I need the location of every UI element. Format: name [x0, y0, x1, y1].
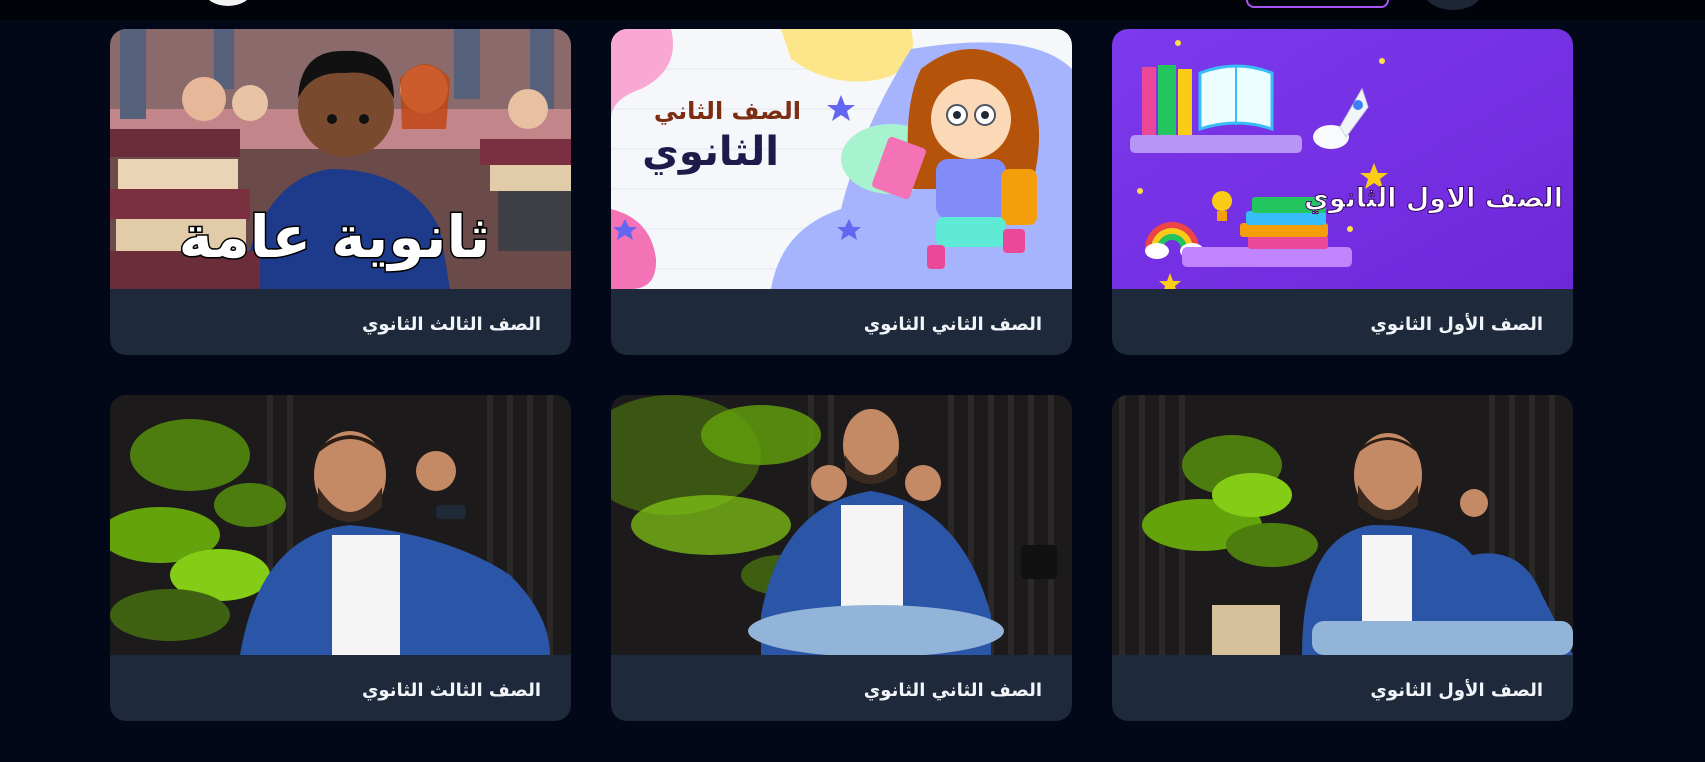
girl-backpack-illustration: الصف الثاني الثانوي	[611, 29, 1072, 289]
course-card-first-secondary-teacher[interactable]: الصف الأول الثانوي	[1112, 395, 1573, 721]
course-card-third-secondary-teacher[interactable]: الصف الثالث الثانوي	[110, 395, 571, 721]
course-title: الصف الثاني الثانوي	[863, 314, 1042, 335]
classroom-students-illustration: ثانوية عامة	[110, 29, 571, 289]
course-thumbnail: ثانوية عامة	[110, 29, 571, 289]
teacher-photo	[110, 395, 571, 655]
course-title: الصف الأول الثانوي	[1370, 680, 1543, 701]
course-thumbnail	[110, 395, 571, 655]
course-title: الصف الأول الثانوي	[1370, 314, 1543, 335]
teacher-photo	[611, 395, 1072, 655]
user-icon[interactable]	[1423, 0, 1483, 10]
course-card-third-secondary[interactable]: ثانوية عامة الصف الثالث الثانوي	[110, 29, 571, 355]
course-title: الصف الثالث الثانوي	[361, 680, 541, 701]
course-title: الصف الثالث الثانوي	[361, 314, 541, 335]
thumbnail-caption: ثانوية عامة	[179, 203, 490, 272]
course-card-first-secondary[interactable]: الصف الاول الثانوي الصف الأول الثانوي	[1112, 29, 1573, 355]
thumbnail-caption-line1: الصف الثاني	[654, 97, 801, 125]
course-card-second-secondary[interactable]: الصف الثاني الثانوي الصف الثاني الثانوي	[611, 29, 1072, 355]
logo-icon[interactable]	[205, 0, 251, 6]
thumbnail-caption-line2: الثانوي	[642, 129, 779, 175]
course-thumbnail: الصف الاول الثانوي	[1112, 29, 1573, 289]
teacher-photo	[1112, 395, 1573, 655]
top-navbar	[0, 0, 1705, 20]
course-thumbnail: الصف الثاني الثانوي	[611, 29, 1072, 289]
thumbnail-caption: الصف الاول الثانوي	[1304, 183, 1563, 214]
course-thumbnail	[611, 395, 1072, 655]
course-title: الصف الثاني الثانوي	[863, 680, 1042, 701]
books-rocket-illustration: الصف الاول الثانوي	[1112, 29, 1573, 289]
course-thumbnail	[1112, 395, 1573, 655]
course-card-second-secondary-teacher[interactable]: الصف الثاني الثانوي	[611, 395, 1072, 721]
login-button[interactable]	[1246, 0, 1389, 8]
